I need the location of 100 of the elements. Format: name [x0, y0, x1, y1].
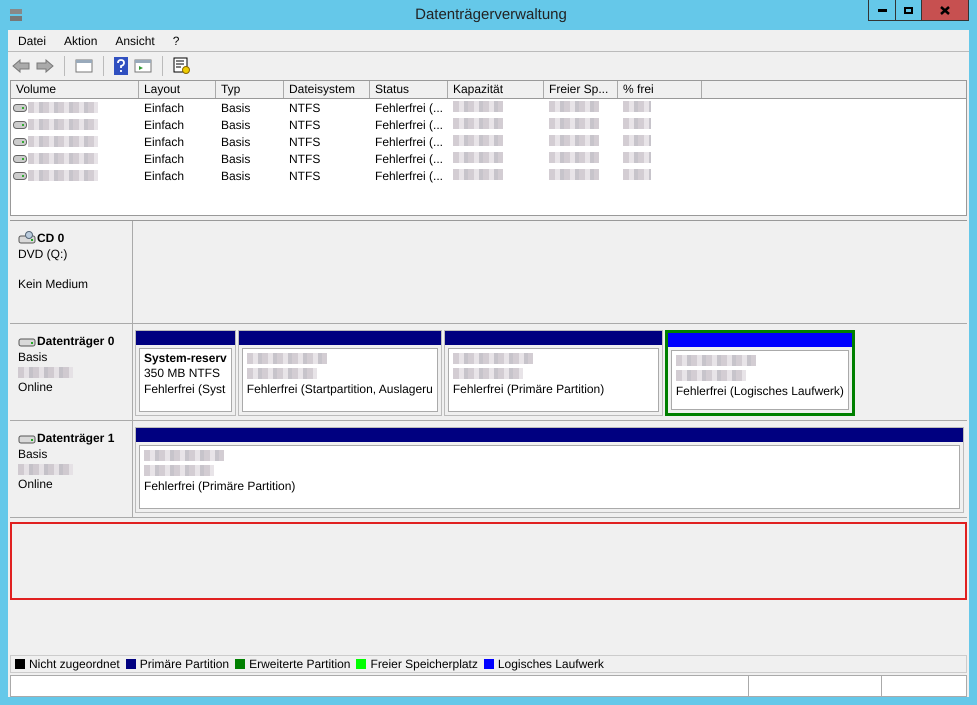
partition-block[interactable]: System-reserv 350 MB NTFS Fehlerfrei (Syst	[135, 330, 236, 416]
redaction-mark	[246, 368, 317, 379]
volume-icon	[13, 154, 27, 162]
partition-status: Fehlerfrei (Syst	[144, 381, 226, 398]
column-header[interactable]: Status	[370, 81, 448, 98]
table-cell-text: Fehlerfrei (...	[374, 168, 444, 184]
close-icon	[940, 6, 950, 14]
table-cell-text: Fehlerfrei (...	[374, 116, 444, 134]
redaction-mark	[549, 168, 599, 180]
partition-block[interactable]: Fehlerfrei (Logisches Laufwerk)	[664, 330, 855, 416]
redaction-mark	[144, 465, 214, 476]
column-header[interactable]: Typ	[216, 81, 284, 98]
disk-name: Datenträger 1	[37, 430, 114, 447]
redaction-mark	[623, 168, 651, 180]
redaction-mark	[623, 118, 651, 128]
redaction-mark	[453, 152, 503, 162]
redaction-mark	[623, 100, 651, 112]
column-header[interactable]: Freier Sp...	[544, 81, 618, 98]
redaction-mark	[453, 168, 503, 180]
window-title: Datenträgerverwaltung	[414, 4, 567, 25]
table-cell-text: Fehlerfrei (...	[374, 150, 444, 168]
forward-arrow-icon[interactable]	[36, 59, 54, 73]
volume-icon	[13, 138, 27, 146]
close-button[interactable]	[922, 0, 968, 20]
console-tree-icon[interactable]	[75, 58, 93, 74]
legend-label: Primäre Partition	[140, 656, 230, 673]
legend-label: Freier Speicherplatz	[370, 656, 478, 673]
redaction-mark	[453, 134, 503, 146]
table-cell-text: NTFS	[288, 168, 322, 184]
volume-icon	[13, 120, 27, 128]
redaction-mark	[623, 152, 651, 162]
column-header[interactable]: Dateisystem	[284, 81, 370, 98]
redaction-mark	[28, 119, 98, 130]
redaction-mark	[549, 100, 599, 112]
column-header[interactable]: Kapazität	[448, 81, 544, 98]
menu-item[interactable]: Aktion	[64, 32, 98, 50]
help-icon[interactable]	[114, 57, 128, 75]
app-icon	[8, 7, 24, 23]
partition-size: 350 MB NTFS	[144, 366, 222, 381]
redaction-mark	[18, 367, 73, 378]
table-cell-text: Fehlerfrei (...	[374, 134, 444, 150]
redaction-mark	[549, 118, 599, 128]
redaction-mark	[452, 368, 523, 379]
volume-icon	[13, 172, 27, 180]
table-cell-text: Einfach	[143, 116, 186, 134]
table-cell-text: Einfach	[143, 150, 186, 168]
legend-label: Nicht zugeordnet	[29, 656, 120, 673]
redaction-mark	[18, 464, 73, 475]
table-cell-text: Basis	[220, 168, 252, 184]
table-cell-text: Einfach	[143, 134, 186, 150]
partition-status: Fehlerfrei (Primäre Partition)	[144, 478, 296, 495]
disk-status: Kein Medium	[18, 277, 90, 292]
table-cell-text: Einfach	[143, 168, 186, 184]
column-header[interactable]: Layout	[139, 81, 216, 98]
disk-name: CD 0	[37, 230, 64, 247]
redaction-mark	[549, 152, 599, 162]
menu-item[interactable]: ?	[172, 32, 180, 50]
disk-status: Online	[18, 380, 54, 395]
back-arrow-icon[interactable]	[12, 59, 30, 73]
partition-status: Fehlerfrei (Logisches Laufwerk)	[676, 383, 844, 400]
menu-item[interactable]: Ansicht	[115, 32, 155, 50]
properties-icon[interactable]	[173, 57, 191, 75]
redaction-mark	[28, 102, 98, 113]
redaction-mark	[28, 136, 98, 147]
menu-item[interactable]: Datei	[18, 32, 46, 50]
table-cell-text: NTFS	[288, 100, 322, 116]
partition-block[interactable]: Fehlerfrei (Primäre Partition)	[135, 427, 964, 513]
redaction-mark	[28, 170, 98, 181]
partition-block[interactable]: Fehlerfrei (Primäre Partition)	[444, 330, 663, 416]
redaction-mark	[623, 134, 651, 146]
redaction-mark	[453, 100, 503, 112]
table-cell-text: NTFS	[288, 134, 322, 150]
cd-drive-icon	[18, 231, 36, 245]
action-pane-icon[interactable]	[134, 58, 152, 74]
legend-label: Erweiterte Partition	[249, 656, 350, 673]
table-cell-text: Basis	[220, 150, 252, 168]
redaction-mark	[28, 153, 98, 164]
table-cell-text: Fehlerfrei (...	[374, 100, 444, 116]
redaction-mark	[676, 370, 746, 381]
legend-label: Logisches Laufwerk	[498, 656, 604, 673]
table-cell-text: NTFS	[288, 150, 322, 168]
disk-name: Datenträger 0	[37, 333, 114, 350]
table-cell-text: Basis	[220, 116, 252, 134]
disk-type: Basis	[18, 447, 48, 462]
redaction-mark	[453, 118, 503, 128]
disk-type: Basis	[18, 350, 48, 365]
table-cell-text: Basis	[220, 100, 252, 116]
disk-status: Online	[18, 477, 54, 492]
table-cell-text: Basis	[220, 134, 252, 150]
partition-label: System-reserv	[144, 351, 227, 366]
partition-status: Fehlerfrei (Primäre Partition)	[452, 381, 606, 398]
redaction-mark	[549, 134, 599, 146]
partition-status: Fehlerfrei (Startpartition, Auslageru	[246, 381, 433, 398]
table-cell-text: NTFS	[288, 116, 322, 134]
partition-block[interactable]: Fehlerfrei (Startpartition, Auslageru	[238, 330, 442, 416]
disk-type: DVD (Q:)	[18, 247, 68, 262]
column-header[interactable]: % frei	[618, 81, 702, 98]
volume-icon	[13, 104, 27, 112]
column-header[interactable]: Volume	[11, 81, 139, 98]
table-cell-text: Einfach	[143, 100, 186, 116]
